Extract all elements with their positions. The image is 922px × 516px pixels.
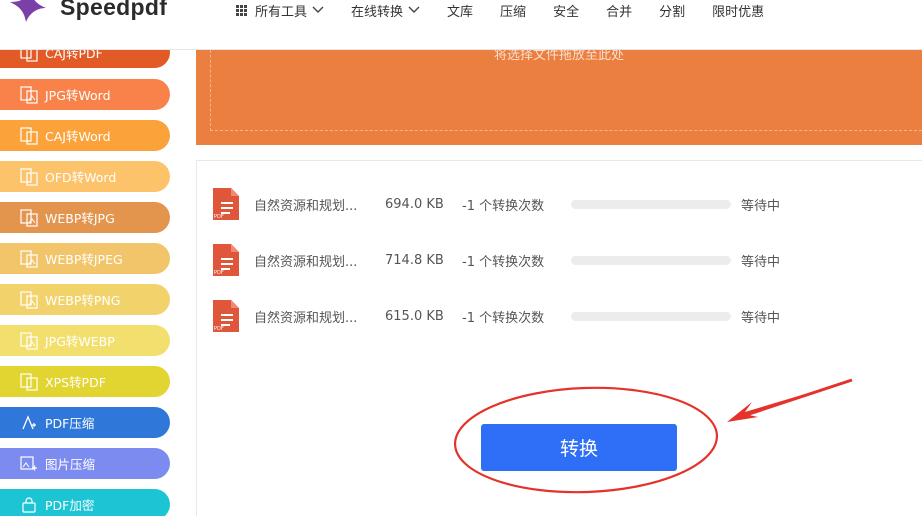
svg-text:PDF: PDF [214,214,224,220]
sidebar-item-ofd-to-word[interactable]: OFD转Word [0,161,170,192]
file-name: 自然资源和规划... [254,254,358,270]
sidebar-item-label: JPG转Word [45,88,111,103]
file-progress-bar [571,255,731,265]
image-file-icon [20,290,38,309]
file-name: 自然资源和规划... [254,310,358,326]
file-convert-icon [20,372,38,391]
sidebar-item-caj-to-word[interactable]: CAJ转Word [0,120,170,151]
file-row: PDF 自然资源和规划... 615.0 KB -1 个转换次数 等待中 [211,300,922,332]
sidebar-item-label: PDF压缩 [45,416,95,431]
file-progress-bar [571,199,731,209]
top-header: Speedpdf 所有工具 在线转换 文库 压缩 安全 合并 分割 限时优惠 [0,0,922,50]
app-root: Speedpdf 所有工具 在线转换 文库 压缩 安全 合并 分割 限时优惠 C… [0,0,922,516]
pdf-file-icon: PDF [213,300,239,332]
file-progress-bar [571,311,731,321]
sidebar-item-label: XPS转PDF [45,375,106,390]
brand-name[interactable]: Speedpdf [60,0,167,21]
sidebar-item-label: WEBP转JPEG [45,252,123,267]
file-convert-count: -1 个转换次数 [462,310,545,326]
upload-drop-zone[interactable]: 将选择文件拖放至此处 [196,48,922,145]
sidebar-item-label: JPG转WEBP [45,334,115,349]
file-row: PDF 自然资源和规划... 714.8 KB -1 个转换次数 等待中 [211,244,922,276]
tool-sidebar: CAJ转PDF JPG转Word CAJ转Word OFD转Word WEBP转… [0,37,196,516]
compress-icon [22,414,36,429]
sidebar-item-webp-to-png[interactable]: WEBP转PNG [0,284,170,315]
file-convert-count: -1 个转换次数 [462,254,545,270]
file-convert-icon [20,167,38,186]
sidebar-item-pdf-encrypt[interactable]: PDF加密 [0,489,170,516]
sidebar-item-label: WEBP转PNG [45,293,121,308]
file-size: 714.8 KB [385,252,444,268]
file-convert-icon [20,126,38,145]
image-file-icon [20,331,38,350]
chevron-down-icon [408,6,420,13]
grid-icon [236,4,247,16]
image-file-icon [20,208,38,227]
nav-online-convert[interactable]: 在线转换 [351,1,420,20]
svg-text:PDF: PDF [214,326,224,332]
nav-limited-offer[interactable]: 限时优惠 [712,1,764,20]
sidebar-item-label: CAJ转Word [45,129,111,144]
main-nav: 所有工具 在线转换 文库 压缩 安全 合并 分割 限时优惠 [236,0,791,20]
file-status: 等待中 [741,198,781,214]
sidebar-item-webp-to-jpeg[interactable]: WEBP转JPEG [0,243,170,274]
sidebar-item-pdf-compress[interactable]: PDF压缩 [0,407,170,438]
nav-split[interactable]: 分割 [659,1,685,20]
nav-merge[interactable]: 合并 [606,1,632,20]
file-size: 694.0 KB [385,196,444,212]
nav-label: 在线转换 [351,4,404,20]
nav-label: 所有工具 [255,4,308,20]
image-compress-icon [20,455,37,470]
nav-all-tools[interactable]: 所有工具 [236,1,324,20]
file-name: 自然资源和规划... [254,198,358,214]
convert-button[interactable]: 转换 [481,424,677,471]
sidebar-item-jpg-to-word[interactable]: JPG转Word [0,79,170,110]
svg-text:PDF: PDF [214,270,224,276]
sidebar-item-label: PDF加密 [45,498,95,513]
file-row: PDF 自然资源和规划... 694.0 KB -1 个转换次数 等待中 [211,188,922,220]
nav-security[interactable]: 安全 [553,1,579,20]
image-file-icon [20,249,38,268]
pdf-file-icon: PDF [213,188,239,220]
chevron-down-icon [312,6,324,13]
file-size: 615.0 KB [385,308,444,324]
pdf-file-icon: PDF [213,244,239,276]
sidebar-item-label: 图片压缩 [45,457,96,472]
brand-logo-icon[interactable] [6,0,48,28]
sidebar-item-label: WEBP转JPG [45,211,115,226]
sidebar-item-image-compress[interactable]: 图片压缩 [0,448,170,479]
file-status: 等待中 [741,254,781,270]
nav-library[interactable]: 文库 [447,1,473,20]
sidebar-item-webp-to-jpg[interactable]: WEBP转JPG [0,202,170,233]
file-status: 等待中 [741,310,781,326]
nav-compress[interactable]: 压缩 [500,1,526,20]
image-file-icon [20,85,38,104]
file-convert-count: -1 个转换次数 [462,198,545,214]
sidebar-item-label: OFD转Word [45,170,117,185]
sidebar-item-xps-to-pdf[interactable]: XPS转PDF [0,366,170,397]
sidebar-item-jpg-to-webp[interactable]: JPG转WEBP [0,325,170,356]
lock-icon [22,496,36,513]
